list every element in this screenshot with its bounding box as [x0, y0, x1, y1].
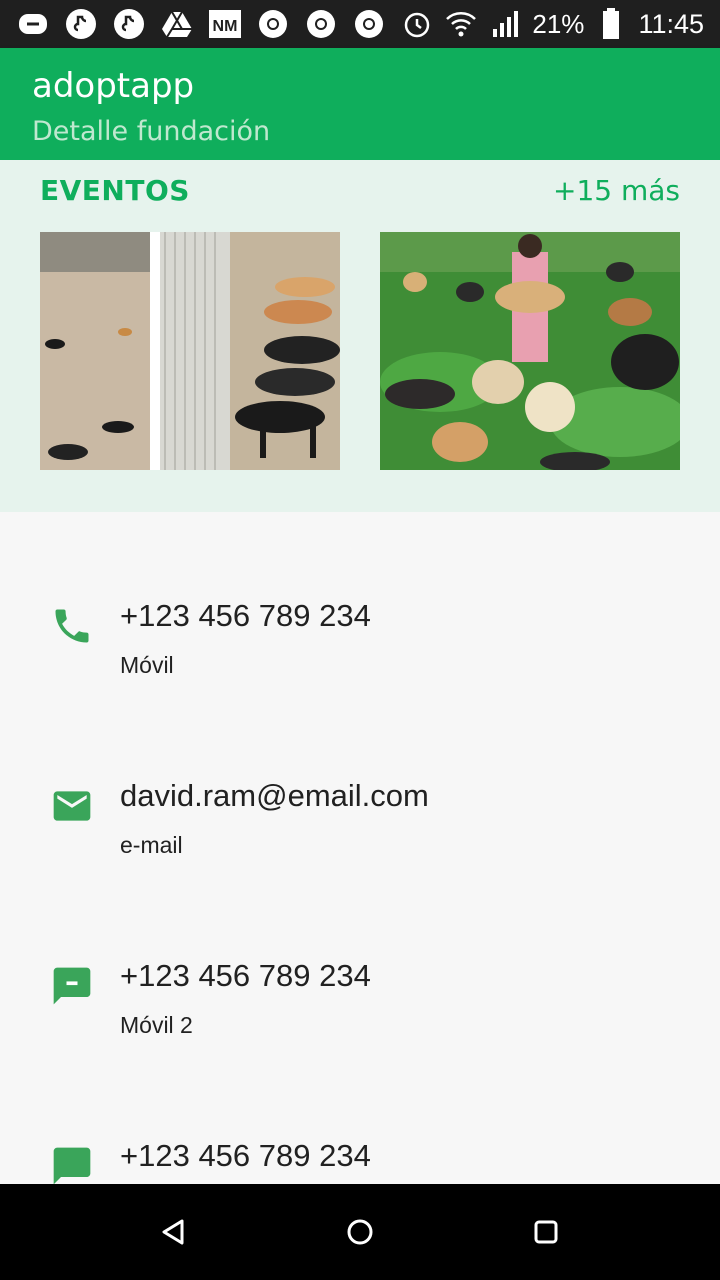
event-image-dogs-field[interactable]: [380, 232, 680, 470]
events-title: EVENTOS: [40, 174, 190, 207]
contact-value: david.ram@email.com: [120, 778, 429, 813]
contact-list: +123 456 789 234 Móvil david.ram@email.c…: [0, 512, 720, 1185]
nm-icon: NM: [208, 7, 242, 41]
chat-icon: [50, 1144, 94, 1188]
contact-item-mobile-2[interactable]: +123 456 789 234 Móvil 2: [0, 958, 720, 1078]
events-section: EVENTOS +15 más: [0, 160, 720, 512]
contact-value: +123 456 789 234: [120, 598, 371, 633]
alarm-icon: [400, 7, 434, 41]
sms-icon: [50, 964, 94, 1008]
chrome-icon: [352, 7, 386, 41]
app-subtitle: Detalle fundación: [32, 116, 271, 147]
contact-label: Móvil 2: [120, 1012, 193, 1038]
status-bar: NM 21% 11:45: [0, 0, 720, 48]
contact-item-phone[interactable]: +123 456 789 234 Móvil: [0, 598, 720, 718]
battery-icon: [594, 7, 628, 41]
chrome-icon: [256, 7, 290, 41]
contact-label: Móvil: [120, 652, 174, 678]
tiktok-icon: [64, 7, 98, 41]
whatsapp-icon: [16, 7, 50, 41]
clock: 11:45: [638, 8, 704, 39]
email-icon: [50, 784, 94, 828]
events-more-link[interactable]: +15 más: [553, 174, 680, 207]
recents-icon[interactable]: [526, 1212, 566, 1252]
event-image-shelter-kennels[interactable]: [40, 232, 340, 470]
contact-value: +123 456 789 234: [120, 958, 371, 993]
home-icon[interactable]: [340, 1212, 380, 1252]
battery-percentage: 21%: [532, 8, 585, 39]
tiktok-icon: [112, 7, 146, 41]
navigation-bar: [0, 1184, 720, 1280]
chrome-icon: [304, 7, 338, 41]
wifi-icon: [444, 7, 478, 41]
contact-label: e-mail: [120, 832, 183, 858]
contact-value: +123 456 789 234: [120, 1138, 371, 1173]
back-icon[interactable]: [153, 1212, 193, 1252]
app-bar: adoptapp Detalle fundación: [0, 48, 720, 160]
phone-icon: [50, 604, 94, 648]
system-status: 21% 11:45: [400, 7, 704, 41]
app-title: adoptapp: [32, 66, 195, 106]
contact-item-email[interactable]: david.ram@email.com e-mail: [0, 778, 720, 898]
svg-text:NM: NM: [213, 18, 238, 35]
drive-icon: [160, 7, 194, 41]
notification-icons: NM: [16, 7, 386, 41]
signal-icon: [488, 7, 522, 41]
